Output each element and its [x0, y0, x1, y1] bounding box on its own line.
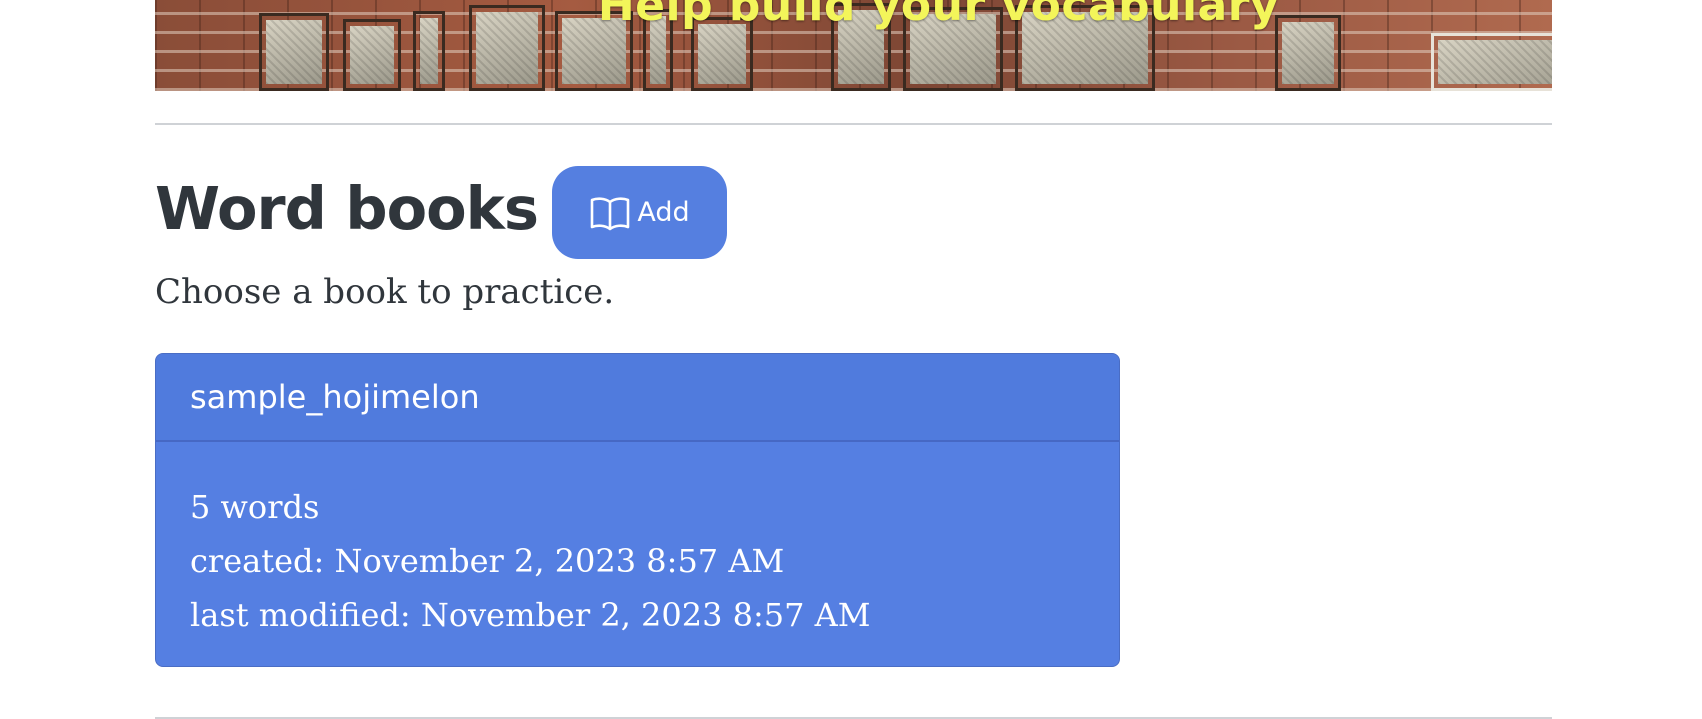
- book-card[interactable]: sample_hojimelon 5 words created: Novemb…: [155, 353, 1120, 667]
- heading-row: Word books Add: [155, 158, 728, 259]
- add-button-label: Add: [637, 197, 690, 228]
- page-title: Word books: [155, 174, 539, 243]
- divider-top: [155, 123, 1552, 125]
- book-modified-date: last modified: November 2, 2023 8:57 AM: [190, 596, 871, 634]
- page-subtitle: Choose a book to practice.: [155, 272, 615, 312]
- picture-frame: [1431, 33, 1552, 91]
- book-open-icon: [589, 195, 631, 231]
- book-card-body: 5 words created: November 2, 2023 8:57 A…: [156, 442, 1119, 642]
- book-word-count: 5 words: [190, 488, 320, 526]
- book-created-date: created: November 2, 2023 8:57 AM: [190, 542, 785, 580]
- add-book-button[interactable]: Add: [552, 166, 728, 259]
- hero-banner: Help build your vocabulary: [155, 0, 1552, 91]
- book-card-title: sample_hojimelon: [156, 354, 1119, 442]
- hero-title: Help build your vocabulary: [597, 0, 1280, 31]
